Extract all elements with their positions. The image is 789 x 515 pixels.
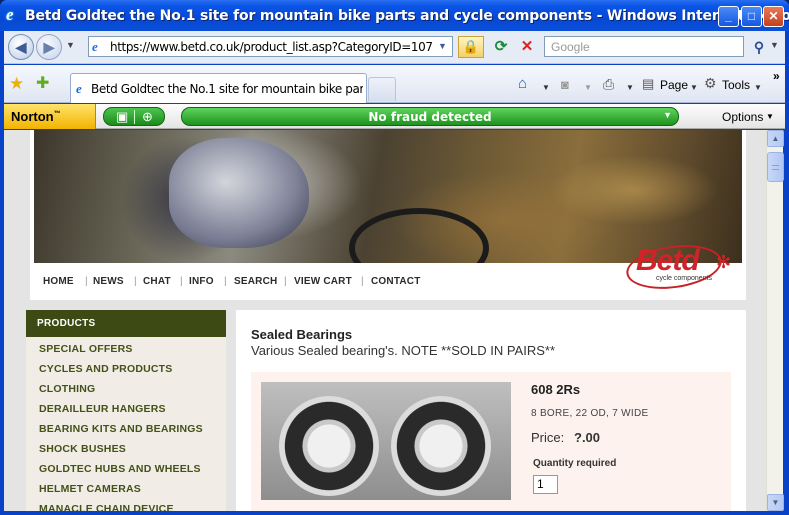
nav-view-cart[interactable]: VIEW CART [294, 276, 352, 287]
norton-toolbar: Norton™ ▣ ⊕ No fraud detected ▼ Options … [4, 104, 785, 129]
address-toolbar: ◀ ▶ ▼ e https://www.betd.co.uk/product_l… [4, 31, 785, 64]
close-button[interactable]: ✕ [763, 6, 784, 27]
product-name[interactable]: 608 2Rs [531, 382, 580, 397]
fraud-status-text: No fraud detected [368, 110, 492, 124]
site-header: Betd cycle components ✻ [30, 130, 746, 300]
page-menu-button[interactable]: Page [660, 78, 688, 92]
tab-label: Betd Goldtec the No.1 site for mountain … [91, 82, 363, 96]
sidebar-item-special-offers[interactable]: SPECIAL OFFERS [39, 343, 133, 355]
page-menu-icon[interactable]: ▤ [642, 76, 654, 92]
sidebar-item-goldtec-hubs[interactable]: GOLDTEC HUBS AND WHEELS [39, 463, 201, 475]
address-url[interactable]: https://www.betd.co.uk/product_list.asp?… [110, 40, 433, 54]
search-icon[interactable]: ⚲ [748, 36, 770, 58]
scroll-down-icon[interactable]: ▼ [767, 494, 784, 511]
address-dropdown-icon[interactable]: ▼ [435, 39, 450, 54]
product-image[interactable] [261, 382, 511, 500]
category-title: Sealed Bearings [251, 327, 353, 342]
product-list: Sealed Bearings Various Sealed bearing's… [236, 310, 746, 511]
betd-logo[interactable]: Betd cycle components ✻ [623, 239, 736, 295]
product-spec: 8 BORE, 22 OD, 7 WIDE [531, 408, 649, 419]
browser-window: e Betd Goldtec the No.1 site for mountai… [0, 0, 789, 515]
sidebar-item-clothing[interactable]: CLOTHING [39, 383, 95, 395]
back-button[interactable]: ◀ [8, 34, 34, 60]
products-sidebar: PRODUCTS SPECIAL OFFERS CYCLES AND PRODU… [26, 310, 226, 511]
forward-button[interactable]: ▶ [36, 34, 62, 60]
page-dropdown-icon[interactable]: ▼ [690, 83, 698, 92]
home-dropdown-icon[interactable]: ▼ [542, 83, 550, 92]
bearing-image [391, 396, 491, 496]
more-commands-chevron[interactable]: » [773, 69, 780, 83]
nav-home[interactable]: HOME [43, 276, 74, 287]
vertical-scrollbar[interactable]: ▲ ▼ [766, 130, 784, 511]
favorites-star-icon[interactable]: ★ [9, 75, 24, 92]
price-value: ?.00 [574, 430, 601, 445]
tab-active[interactable]: e Betd Goldtec the No.1 site for mountai… [70, 73, 367, 103]
sidebar-heading-text: PRODUCTS [37, 318, 96, 329]
minimize-button[interactable]: _ [718, 6, 739, 27]
page-viewport: Betd cycle components ✻ HOME | NEWS | CH… [4, 130, 766, 511]
tools-dropdown-icon[interactable]: ▼ [754, 83, 762, 92]
home-icon[interactable]: ⌂ [518, 75, 527, 92]
norton-security-buttons: ▣ ⊕ [103, 107, 165, 126]
logo-subtitle: cycle components [656, 275, 713, 282]
add-favorites-icon[interactable]: ✚ [36, 75, 49, 92]
nav-search[interactable]: SEARCH [234, 276, 277, 287]
recent-pages-dropdown-icon[interactable]: ▼ [66, 40, 75, 50]
nav-chat[interactable]: CHAT [143, 276, 171, 287]
search-input[interactable]: Google [544, 36, 744, 57]
scrollbar-thumb[interactable] [767, 152, 784, 182]
address-input[interactable]: e https://www.betd.co.uk/product_list.as… [88, 36, 453, 57]
sidebar-item-manacle-chain[interactable]: MANACLE CHAIN DEVICE [39, 503, 174, 511]
scroll-up-icon[interactable]: ▲ [767, 130, 784, 147]
fraud-status-bar[interactable]: No fraud detected ▼ [181, 107, 679, 126]
new-tab-button[interactable] [368, 77, 396, 101]
quantity-input[interactable]: 1 [533, 475, 558, 494]
sidebar-item-shock-bushes[interactable]: SHOCK BUSHES [39, 443, 126, 455]
norton-tm: ™ [53, 110, 61, 118]
norton-logo[interactable]: Norton™ [4, 104, 96, 129]
norton-options-button[interactable]: Options [722, 110, 763, 124]
globe-icon[interactable]: ⊕ [142, 109, 153, 125]
tools-gear-icon[interactable]: ⚙ [704, 75, 717, 92]
search-placeholder: Google [551, 40, 590, 54]
sidebar-heading: PRODUCTS [26, 310, 226, 337]
category-description: Various Sealed bearing's. NOTE **SOLD IN… [251, 343, 556, 358]
nav-contact[interactable]: CONTACT [371, 276, 421, 287]
bearing-image [279, 396, 379, 496]
fraud-dropdown-icon[interactable]: ▼ [663, 110, 672, 120]
sidebar-item-helmet-cameras[interactable]: HELMET CAMERAS [39, 483, 141, 495]
norton-brand: Norton [11, 109, 54, 124]
print-icon[interactable]: ⎙ [603, 76, 614, 93]
page-favicon-icon: e [92, 39, 98, 54]
feeds-icon[interactable]: ◙ [561, 77, 569, 92]
tab-favicon-icon: e [76, 81, 82, 96]
window-title: Betd Goldtec the No.1 site for mountain … [25, 8, 789, 24]
nav-news[interactable]: NEWS [93, 276, 124, 287]
norton-options-dropdown-icon[interactable]: ▼ [766, 112, 774, 121]
feeds-dropdown-icon[interactable]: ▼ [584, 83, 592, 92]
product-card: 608 2Rs 8 BORE, 22 OD, 7 WIDE Price: ?.0… [251, 372, 731, 511]
sidebar-item-cycles-and-products[interactable]: CYCLES AND PRODUCTS [39, 363, 173, 375]
sidebar-item-derailleur-hangers[interactable]: DERAILLEUR HANGERS [39, 403, 166, 415]
tab-command-bar: ★ ✚ e Betd Goldtec the No.1 site for mou… [4, 65, 785, 103]
gear-icon: ✻ [716, 252, 732, 272]
print-dropdown-icon[interactable]: ▼ [626, 83, 634, 92]
refresh-icon[interactable]: ⟳ [490, 36, 512, 58]
sidebar-item-bearing-kits[interactable]: BEARING KITS AND BEARINGS [39, 423, 203, 435]
maximize-button[interactable]: □ [741, 6, 762, 27]
computer-icon[interactable]: ▣ [116, 109, 128, 125]
title-bar: e Betd Goldtec the No.1 site for mountai… [0, 0, 789, 31]
logo-text: Betd [636, 244, 700, 277]
ie-logo-icon: e [6, 5, 14, 24]
search-options-dropdown-icon[interactable]: ▼ [770, 40, 779, 50]
nav-info[interactable]: INFO [189, 276, 214, 287]
stop-icon[interactable]: ✕ [516, 36, 538, 58]
security-lock-icon[interactable]: 🔒 [458, 36, 484, 58]
quantity-label: Quantity required [533, 458, 617, 469]
tools-menu-button[interactable]: Tools [722, 78, 750, 92]
price-label: Price: [531, 430, 565, 445]
